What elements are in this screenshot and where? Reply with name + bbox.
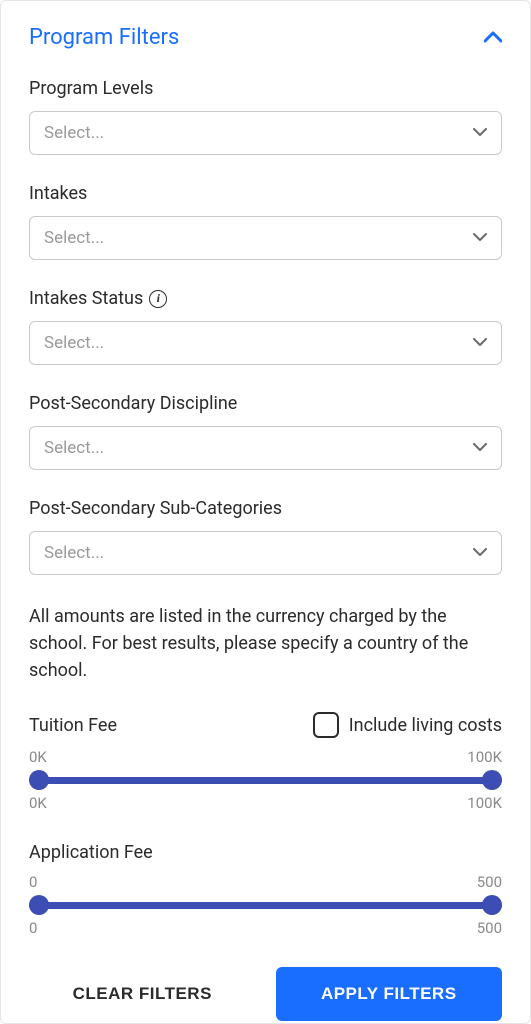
intakes-status-label-text: Intakes Status: [29, 288, 143, 309]
tuition-max-top: 100K: [467, 748, 502, 766]
application-thumb-min[interactable]: [29, 895, 49, 915]
tuition-thumb-max[interactable]: [482, 770, 502, 790]
sub-categories-select[interactable]: Select...: [29, 531, 502, 575]
chevron-down-icon: [473, 335, 487, 351]
intakes-group: Intakes Select...: [29, 183, 502, 260]
program-levels-label: Program Levels: [29, 78, 502, 99]
intakes-status-group: Intakes Status i Select...: [29, 288, 502, 365]
tuition-max-bottom: 100K: [467, 794, 502, 812]
info-icon[interactable]: i: [149, 290, 167, 308]
intakes-status-select[interactable]: Select...: [29, 321, 502, 365]
discipline-label: Post-Secondary Discipline: [29, 393, 502, 414]
chevron-down-icon: [473, 125, 487, 141]
panel-header: Program Filters: [29, 25, 502, 50]
application-track[interactable]: [29, 895, 502, 915]
application-top-labels: 0 500: [29, 873, 502, 891]
select-placeholder: Select...: [44, 333, 104, 353]
application-max-top: 500: [477, 873, 502, 891]
intakes-select[interactable]: Select...: [29, 216, 502, 260]
select-placeholder: Select...: [44, 543, 104, 563]
tuition-min-bottom: 0K: [29, 794, 47, 812]
tuition-slider: 0K 100K 0K 100K: [29, 748, 502, 812]
discipline-group: Post-Secondary Discipline Select...: [29, 393, 502, 470]
application-thumb-max[interactable]: [482, 895, 502, 915]
select-placeholder: Select...: [44, 123, 104, 143]
chevron-up-icon[interactable]: [484, 27, 502, 48]
checkbox-label: Include living costs: [349, 715, 502, 736]
application-min-bottom: 0: [29, 919, 37, 937]
program-levels-select[interactable]: Select...: [29, 111, 502, 155]
application-fee-label: Application Fee: [29, 842, 502, 863]
application-slider: 0 500 0 500: [29, 873, 502, 937]
sub-categories-group: Post-Secondary Sub-Categories Select...: [29, 498, 502, 575]
include-living-costs-checkbox[interactable]: Include living costs: [313, 712, 502, 738]
application-bottom-labels: 0 500: [29, 919, 502, 937]
intakes-label: Intakes: [29, 183, 502, 204]
chevron-down-icon: [473, 440, 487, 456]
discipline-select[interactable]: Select...: [29, 426, 502, 470]
chevron-down-icon: [473, 230, 487, 246]
tuition-fee-header: Tuition Fee Include living costs: [29, 712, 502, 738]
tuition-top-labels: 0K 100K: [29, 748, 502, 766]
checkbox-box: [313, 712, 339, 738]
tuition-thumb-min[interactable]: [29, 770, 49, 790]
button-row: CLEAR FILTERS APPLY FILTERS: [29, 967, 502, 1021]
select-placeholder: Select...: [44, 228, 104, 248]
application-min-top: 0: [29, 873, 37, 891]
slider-rail: [29, 777, 502, 784]
chevron-down-icon: [473, 545, 487, 561]
sub-categories-label: Post-Secondary Sub-Categories: [29, 498, 502, 519]
panel-title: Program Filters: [29, 25, 179, 50]
intakes-status-label: Intakes Status i: [29, 288, 502, 309]
select-placeholder: Select...: [44, 438, 104, 458]
apply-filters-button[interactable]: APPLY FILTERS: [276, 967, 503, 1021]
tuition-fee-label: Tuition Fee: [29, 715, 117, 736]
application-max-bottom: 500: [477, 919, 502, 937]
tuition-track[interactable]: [29, 770, 502, 790]
clear-filters-button[interactable]: CLEAR FILTERS: [29, 967, 256, 1021]
currency-info-text: All amounts are listed in the currency c…: [29, 603, 502, 684]
program-levels-group: Program Levels Select...: [29, 78, 502, 155]
tuition-bottom-labels: 0K 100K: [29, 794, 502, 812]
slider-rail: [29, 902, 502, 909]
tuition-min-top: 0K: [29, 748, 47, 766]
program-filters-panel: Program Filters Program Levels Select...…: [0, 0, 531, 1024]
